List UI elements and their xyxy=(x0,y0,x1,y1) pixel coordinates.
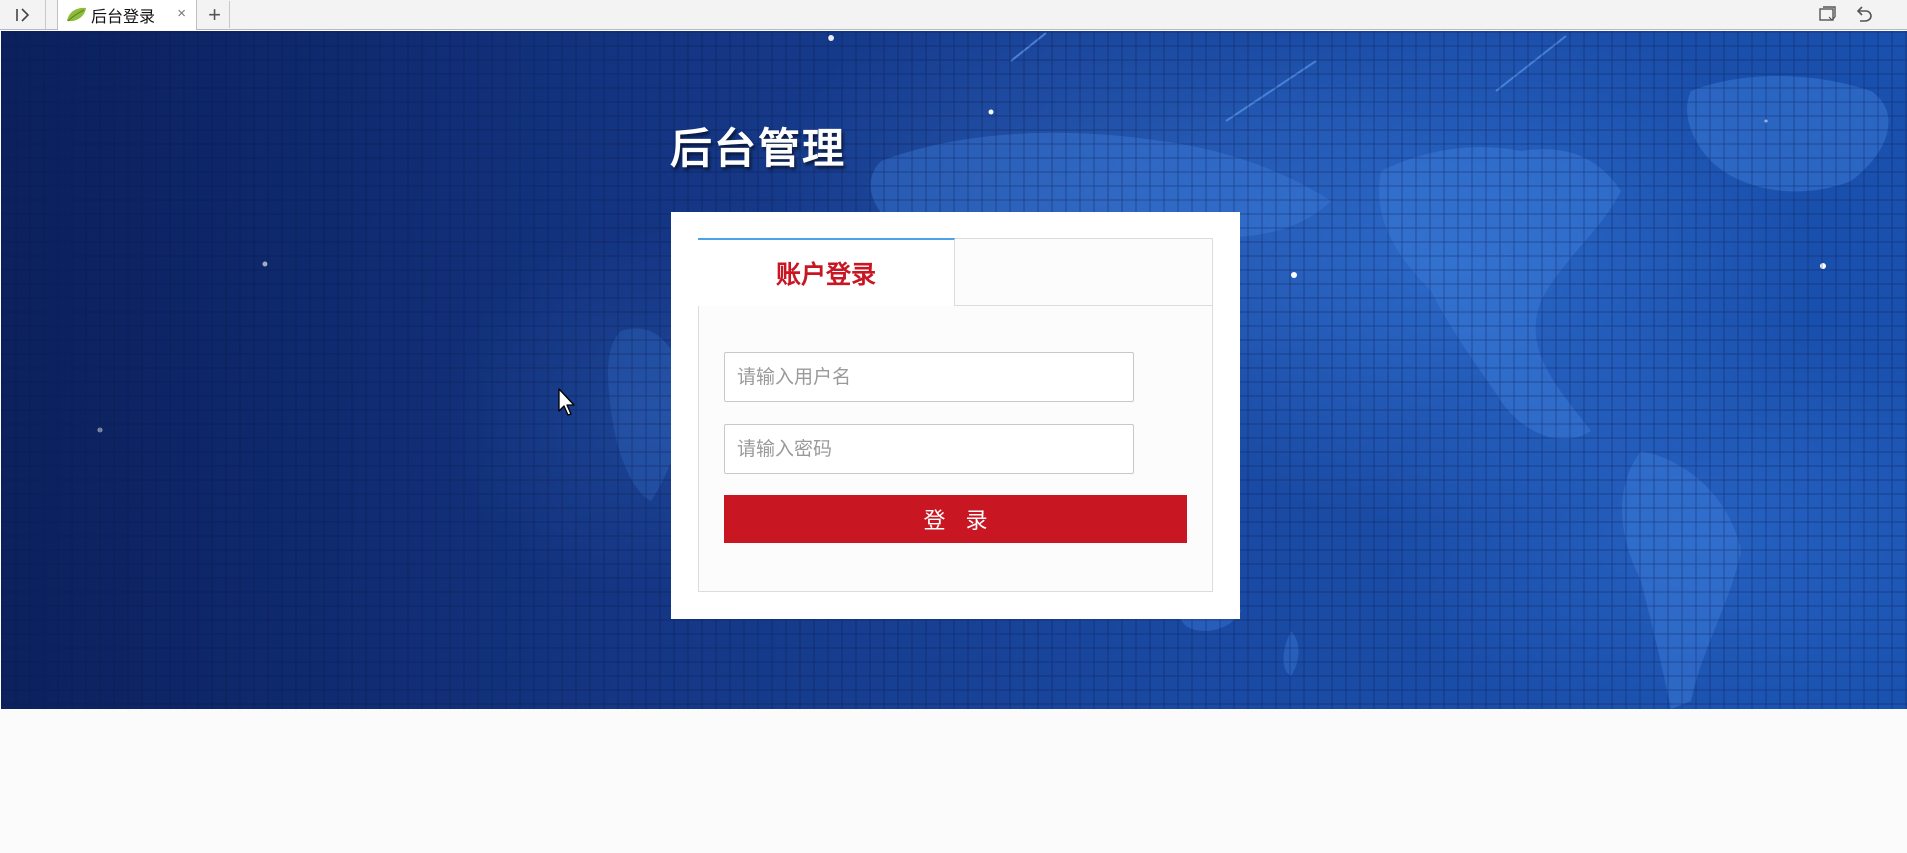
login-card: 账户登录 登录 xyxy=(671,212,1240,619)
plus-icon: + xyxy=(208,1,221,27)
tab-account-login[interactable]: 账户登录 xyxy=(698,238,955,306)
login-panel: 账户登录 登录 xyxy=(698,238,1213,592)
tab-list-button[interactable] xyxy=(1816,2,1840,26)
browser-tab-bar: 后台登录 × + xyxy=(0,0,1907,30)
close-icon[interactable]: × xyxy=(177,5,186,23)
password-input[interactable] xyxy=(724,424,1134,474)
undo-icon xyxy=(1856,6,1872,22)
login-tabs: 账户登录 xyxy=(698,238,1212,306)
browser-tab-title: 后台登录 xyxy=(91,7,156,26)
login-button[interactable]: 登录 xyxy=(724,495,1187,543)
browser-tab[interactable]: 后台登录 × xyxy=(57,0,197,30)
username-input[interactable] xyxy=(724,352,1134,402)
tab-list-icon xyxy=(1819,6,1836,21)
sidebar-toggle-icon xyxy=(15,7,29,22)
mouse-cursor-icon xyxy=(558,388,575,416)
page-title: 后台管理 xyxy=(670,124,847,173)
undo-button[interactable] xyxy=(1852,2,1876,26)
new-tab-button[interactable]: + xyxy=(200,1,230,28)
tab-account-login-label: 账户登录 xyxy=(775,260,876,289)
sidebar-toggle-button[interactable] xyxy=(0,0,46,29)
leaf-favicon-icon xyxy=(65,6,87,24)
